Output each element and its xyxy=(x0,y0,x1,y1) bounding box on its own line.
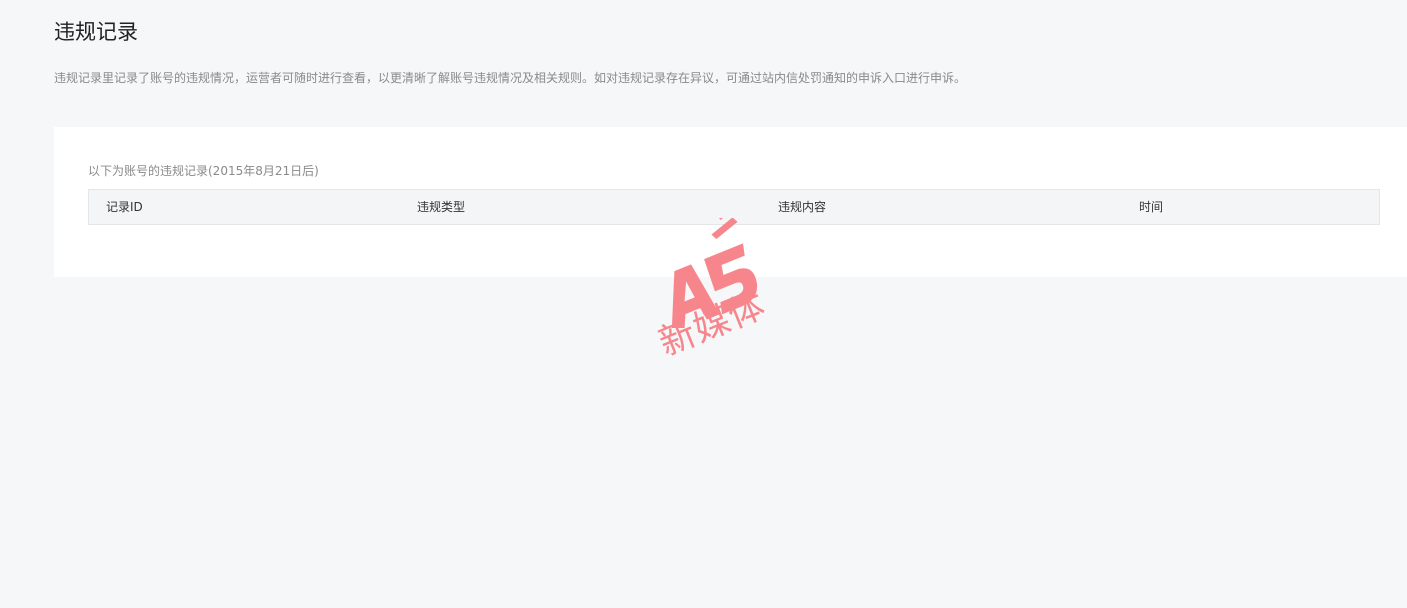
page-description: 违规记录里记录了账号的违规情况，运营者可随时进行查看，以更清晰了解账号违规情况及… xyxy=(54,71,967,85)
page-title: 违规记录 xyxy=(54,20,138,44)
column-header-violation-content: 违规内容 xyxy=(778,200,827,214)
watermark-text: 新媒体 xyxy=(653,284,772,365)
records-table-header: 记录ID 违规类型 违规内容 时间 xyxy=(88,189,1380,225)
column-header-time: 时间 xyxy=(1139,200,1164,214)
violation-records-panel: 以下为账号的违规记录(2015年8月21日后) 记录ID 违规类型 违规内容 时… xyxy=(54,127,1407,277)
column-header-violation-type: 违规类型 xyxy=(417,200,466,214)
records-caption: 以下为账号的违规记录(2015年8月21日后) xyxy=(88,164,319,178)
column-header-record-id: 记录ID xyxy=(106,200,143,214)
